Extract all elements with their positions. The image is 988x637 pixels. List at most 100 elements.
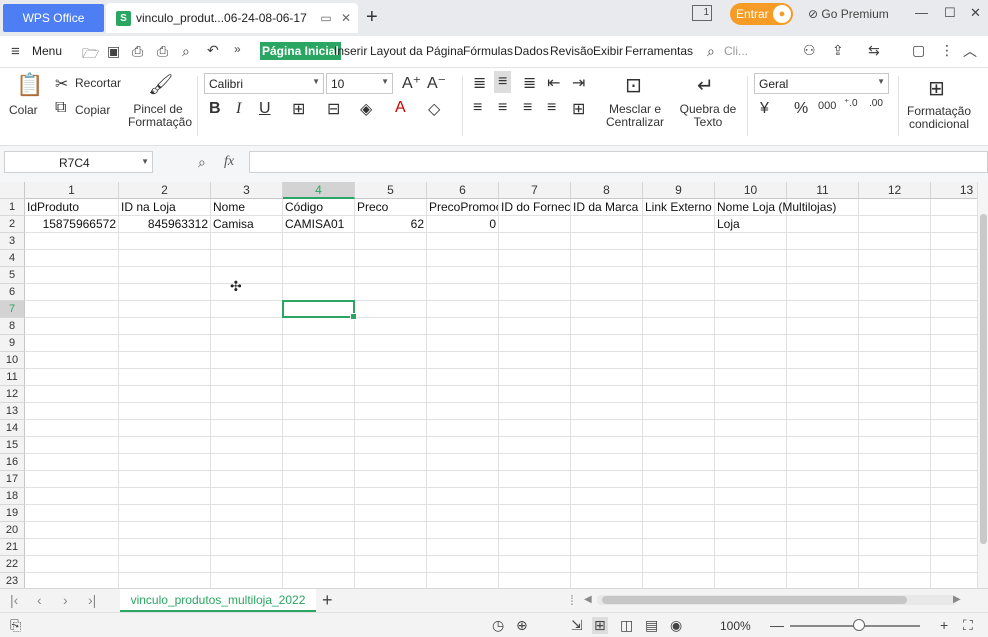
table-cell[interactable] (355, 539, 427, 556)
table-cell[interactable] (571, 556, 643, 573)
table-cell[interactable] (715, 369, 787, 386)
wrap-text-icon[interactable]: ↵ (697, 73, 714, 98)
export-icon[interactable]: ⇲ (571, 617, 583, 634)
table-cell[interactable] (283, 488, 355, 505)
login-button[interactable]: Entrar ● (730, 3, 793, 25)
merge-cells-icon[interactable]: ⊟ (327, 99, 340, 119)
table-cell[interactable] (283, 420, 355, 437)
table-cell[interactable]: 62 (355, 216, 427, 233)
scroll-right-icon[interactable]: ▶ (953, 594, 961, 605)
name-box[interactable]: R7C4 ▼ (4, 151, 153, 173)
table-cell[interactable] (931, 488, 977, 505)
fill-color-icon[interactable]: ◈ (360, 99, 372, 119)
merge-center-label-2[interactable]: Centralizar (602, 116, 668, 129)
table-cell[interactable] (931, 284, 977, 301)
row-header[interactable]: 21 (0, 539, 25, 556)
table-cell[interactable] (859, 301, 931, 318)
table-cell[interactable] (499, 352, 571, 369)
align-center-icon[interactable]: ≡ (498, 99, 507, 117)
table-cell[interactable] (787, 233, 859, 250)
row-header[interactable]: 13 (0, 403, 25, 420)
row-header[interactable]: 19 (0, 505, 25, 522)
table-cell[interactable] (715, 454, 787, 471)
table-cell[interactable] (283, 505, 355, 522)
table-cell[interactable] (859, 403, 931, 420)
table-cell[interactable] (499, 369, 571, 386)
decrease-font-icon[interactable]: A⁻ (427, 73, 446, 93)
table-cell[interactable] (643, 369, 715, 386)
table-cell[interactable] (25, 437, 119, 454)
table-cell[interactable] (283, 437, 355, 454)
table-cell[interactable] (571, 539, 643, 556)
table-cell[interactable] (25, 505, 119, 522)
tab-exibir[interactable]: Exibir (593, 44, 623, 58)
table-cell[interactable] (715, 267, 787, 284)
table-cell[interactable] (211, 556, 283, 573)
table-cell[interactable] (571, 386, 643, 403)
table-cell[interactable] (787, 267, 859, 284)
table-cell[interactable] (859, 267, 931, 284)
page-break-icon[interactable]: ▤ (645, 617, 658, 634)
cut-button[interactable]: Recortar (75, 77, 121, 90)
table-cell[interactable] (643, 284, 715, 301)
table-cell[interactable] (211, 318, 283, 335)
table-cell[interactable] (931, 250, 977, 267)
column-header[interactable]: 10 (715, 182, 787, 199)
table-cell[interactable] (211, 522, 283, 539)
table-cell[interactable] (859, 488, 931, 505)
table-cell[interactable] (211, 267, 283, 284)
table-cell[interactable] (571, 454, 643, 471)
table-cell[interactable] (787, 284, 859, 301)
table-cell[interactable] (211, 420, 283, 437)
table-cell[interactable] (283, 250, 355, 267)
table-cell[interactable] (499, 386, 571, 403)
table-cell[interactable] (25, 573, 119, 588)
table-cell[interactable] (787, 471, 859, 488)
menu-button[interactable]: Menu (32, 44, 62, 58)
table-cell[interactable] (211, 403, 283, 420)
tab-revisao[interactable]: Revisão (550, 44, 593, 58)
table-cell[interactable] (787, 369, 859, 386)
close-window-icon[interactable]: ✕ (970, 5, 981, 21)
horizontal-scroll-thumb[interactable] (602, 596, 907, 604)
table-cell[interactable] (119, 403, 211, 420)
column-header[interactable]: 12 (859, 182, 931, 199)
table-cell[interactable] (355, 420, 427, 437)
table-cell[interactable] (355, 233, 427, 250)
table-cell[interactable] (119, 454, 211, 471)
table-cell[interactable] (283, 573, 355, 588)
table-cell[interactable]: Nome (211, 199, 283, 216)
table-cell[interactable] (715, 386, 787, 403)
table-cell[interactable] (283, 301, 355, 318)
table-cell[interactable] (571, 335, 643, 352)
indent-increase-icon[interactable]: ⇥ (572, 73, 585, 93)
table-cell[interactable] (859, 369, 931, 386)
tab-ferramentas[interactable]: Ferramentas (625, 44, 693, 58)
table-cell[interactable] (643, 522, 715, 539)
table-cell[interactable] (643, 216, 715, 233)
table-cell[interactable] (211, 471, 283, 488)
table-cell[interactable] (211, 233, 283, 250)
table-cell[interactable] (643, 539, 715, 556)
last-sheet-icon[interactable]: ›| (88, 592, 96, 608)
table-cell[interactable] (859, 335, 931, 352)
table-cell[interactable] (355, 471, 427, 488)
table-cell[interactable] (931, 573, 977, 588)
row-header[interactable]: 12 (0, 386, 25, 403)
table-cell[interactable] (499, 318, 571, 335)
table-cell[interactable] (787, 386, 859, 403)
increase-decimal-icon[interactable]: ⁺.0 (844, 98, 858, 109)
table-cell[interactable] (427, 505, 499, 522)
table-cell[interactable] (787, 335, 859, 352)
table-cell[interactable] (211, 488, 283, 505)
table-cell[interactable] (283, 267, 355, 284)
sheet-tab-active[interactable]: vinculo_produtos_multiloja_2022 (120, 589, 316, 612)
row-header[interactable]: 11 (0, 369, 25, 386)
table-cell[interactable] (931, 437, 977, 454)
table-cell[interactable] (859, 454, 931, 471)
column-header[interactable]: 13 (931, 182, 977, 199)
table-cell[interactable] (283, 386, 355, 403)
row-header[interactable]: 14 (0, 420, 25, 437)
column-header[interactable]: 7 (499, 182, 571, 199)
spreadsheet-grid[interactable]: 1 2 3 4 5 6 7 8 9 10 11 12 13 1 IdProduto ID na Loja Nom… (0, 182, 977, 588)
